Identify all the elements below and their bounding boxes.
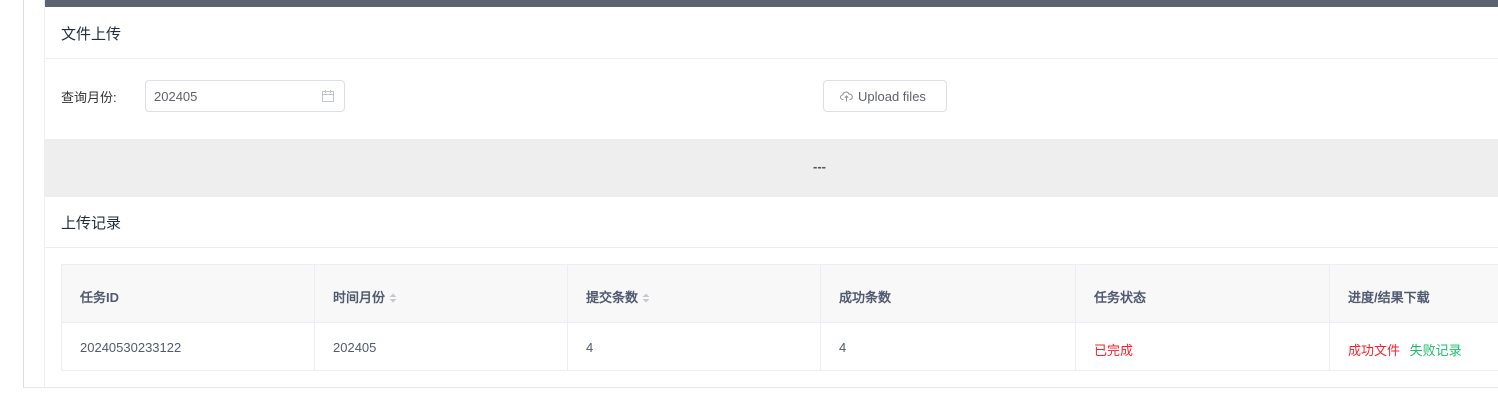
divider-text: --- bbox=[813, 159, 826, 174]
main-card: 文件上传 查询月份: 202405 Upload files --- 上传记录 … bbox=[44, 0, 1498, 387]
upload-section-title: 文件上传 bbox=[61, 26, 122, 43]
records-section-header: 上传记录 bbox=[45, 196, 1498, 248]
cell-succeeded: 4 bbox=[821, 323, 1076, 371]
month-label: 查询月份: bbox=[61, 90, 117, 105]
column-header-download: 进度/结果下载 bbox=[1330, 265, 1498, 322]
query-form: 查询月份: 202405 Upload files bbox=[45, 59, 1498, 139]
top-bar bbox=[45, 0, 1498, 7]
month-value: 202405 bbox=[154, 89, 198, 104]
column-header-month[interactable]: 时间月份 bbox=[315, 265, 568, 322]
upload-files-label: Upload files bbox=[858, 89, 926, 104]
fail-record-link[interactable]: 失败记录 bbox=[1410, 343, 1462, 358]
column-header-label: 成功条数 bbox=[839, 290, 892, 305]
sort-icon[interactable] bbox=[642, 293, 650, 303]
cell-month: 202405 bbox=[315, 323, 568, 371]
succeeded-count: 4 bbox=[839, 340, 847, 355]
submitted-count: 4 bbox=[586, 340, 594, 355]
column-header-succeeded: 成功条数 bbox=[821, 265, 1076, 322]
column-header-status: 任务状态 bbox=[1076, 265, 1330, 322]
records-section-title: 上传记录 bbox=[61, 215, 122, 232]
table-header: 任务ID 时间月份 提交条数 成功条数 任务状态 进度/结果下载 bbox=[62, 265, 1498, 323]
column-header-submitted[interactable]: 提交条数 bbox=[568, 265, 821, 322]
cell-submitted: 4 bbox=[568, 323, 821, 371]
column-header-label: 时间月份 bbox=[333, 290, 386, 305]
sort-icon[interactable] bbox=[389, 293, 397, 303]
month-value: 202405 bbox=[333, 340, 377, 355]
column-header-label: 任务ID bbox=[80, 290, 120, 305]
upload-records-table: 任务ID 时间月份 提交条数 成功条数 任务状态 进度/结果下载 2024053… bbox=[61, 264, 1498, 371]
divider-band: --- bbox=[45, 139, 1498, 197]
cloud-upload-icon bbox=[840, 91, 853, 102]
cell-download: 成功文件 失败记录 bbox=[1330, 323, 1498, 371]
column-header-task-id: 任务ID bbox=[62, 265, 315, 322]
month-picker-input[interactable]: 202405 bbox=[145, 80, 345, 112]
table-row: 20240530233122 202405 4 4 已完成 成功文件 失败记录 bbox=[62, 323, 1498, 371]
cell-task-id: 20240530233122 bbox=[62, 323, 315, 371]
column-header-label: 提交条数 bbox=[586, 290, 639, 305]
status-badge: 已完成 bbox=[1094, 343, 1134, 358]
outer-border-left bbox=[23, 0, 24, 387]
outer-border-bottom bbox=[23, 387, 1498, 388]
upload-files-button[interactable]: Upload files bbox=[823, 80, 947, 112]
column-header-label: 进度/结果下载 bbox=[1348, 290, 1430, 305]
calendar-icon[interactable] bbox=[322, 90, 334, 102]
task-id-value: 20240530233122 bbox=[80, 340, 182, 355]
success-file-link[interactable]: 成功文件 bbox=[1348, 343, 1400, 358]
upload-section-header: 文件上传 bbox=[45, 7, 1498, 59]
cell-status: 已完成 bbox=[1076, 323, 1330, 371]
column-header-label: 任务状态 bbox=[1094, 290, 1147, 305]
